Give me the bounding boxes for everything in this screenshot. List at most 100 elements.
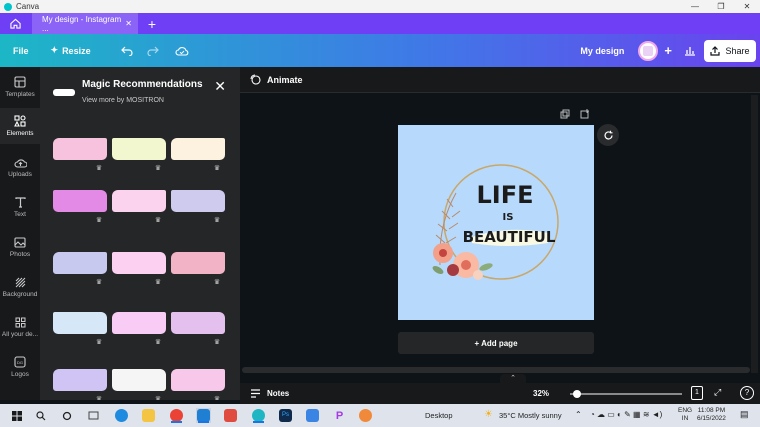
resize-button[interactable]: ✦ Resize	[51, 45, 91, 56]
design-canvas[interactable]: LIFE IS BEAUTIFUL	[398, 125, 594, 320]
rail-item-photos[interactable]: Photos	[0, 229, 40, 265]
minimize-icon[interactable]: —	[682, 0, 708, 13]
share-button[interactable]: Share	[704, 39, 756, 62]
brush-stroke-swatch[interactable]	[53, 252, 107, 274]
brush-stroke-swatch[interactable]	[112, 312, 166, 334]
vscode-icon[interactable]	[196, 408, 211, 423]
brush-stroke-swatch[interactable]	[53, 190, 107, 212]
view-more-link[interactable]: View more by MOSITRON	[82, 97, 164, 104]
add-page-button[interactable]: + Add page	[398, 332, 594, 354]
resize-label: Resize	[62, 45, 91, 56]
brush-stroke-swatch[interactable]	[112, 252, 166, 274]
zoom-slider-handle[interactable]	[572, 390, 581, 398]
brush-stroke-swatch[interactable]	[112, 369, 166, 391]
notes-button[interactable]: Notes	[250, 389, 289, 398]
clock-date: 6/15/2022	[697, 415, 726, 422]
page-count-button[interactable]: 1	[691, 386, 703, 400]
brush-stroke-swatch[interactable]	[171, 138, 225, 160]
clock[interactable]: 11:08 PM 6/15/2022	[697, 407, 726, 423]
brush-stroke-swatch[interactable]	[53, 312, 107, 334]
editor-toolbar: File ✦ Resize My design + Share	[0, 34, 760, 67]
tray-icons[interactable]: ◔ ☁ ▭ ◐ ✎ ▦ ≋ ◄)	[590, 410, 662, 419]
rail-item-text[interactable]: Text	[0, 189, 40, 225]
file-menu-button[interactable]: File	[13, 46, 29, 56]
undo-button[interactable]	[120, 46, 133, 56]
search-icon[interactable]	[33, 408, 48, 423]
weather-icon: ☀	[484, 409, 493, 420]
rail-item-background[interactable]: Background	[0, 269, 40, 305]
zoom-slider[interactable]	[570, 390, 682, 398]
uploads-icon	[13, 158, 27, 168]
save-status-button[interactable]	[175, 46, 189, 56]
brush-stroke-swatch[interactable]	[171, 190, 225, 212]
rail-item-templates[interactable]: Templates	[0, 69, 40, 105]
animate-button[interactable]: Animate	[267, 75, 303, 85]
rail-item-all-your-designs[interactable]: All your de...	[0, 309, 40, 345]
home-button[interactable]	[0, 13, 30, 34]
close-window-icon[interactable]: ✕	[734, 0, 760, 13]
brush-stroke-swatch[interactable]	[171, 252, 225, 274]
paint-icon[interactable]	[358, 408, 373, 423]
canva-logo-icon	[4, 2, 12, 11]
horizontal-scrollbar[interactable]	[242, 367, 750, 373]
brush-stroke-swatch[interactable]	[171, 369, 225, 391]
duplicate-page-icon[interactable]	[560, 109, 570, 119]
notes-label: Notes	[267, 389, 290, 398]
crown-icon: ♛	[95, 165, 103, 172]
rail-item-uploads[interactable]: Uploads	[0, 149, 40, 185]
design-name[interactable]: My design	[580, 46, 624, 56]
crown-icon: ♛	[213, 396, 221, 400]
recorder-icon[interactable]	[223, 408, 238, 423]
edge-browser-icon[interactable]	[114, 408, 129, 423]
brush-stroke-swatch[interactable]	[171, 312, 225, 334]
avatar-image	[643, 45, 654, 56]
weather-text[interactable]: 35°C Mostly sunny	[499, 411, 562, 420]
fullscreen-icon[interactable]: ⤢	[714, 387, 721, 398]
tab-my-design[interactable]: My design - Instagram ... ✕	[32, 13, 138, 34]
restore-icon[interactable]: ❐	[708, 0, 734, 13]
crown-icon: ♛	[154, 396, 162, 400]
rail-item-label: Photos	[9, 250, 31, 258]
window-title: Canva	[16, 2, 40, 11]
crown-icon: ♛	[154, 279, 162, 286]
rail-item-label: All your de...	[1, 330, 39, 338]
regenerate-button[interactable]	[597, 124, 619, 146]
rail-item-label: Templates	[5, 91, 35, 98]
svg-text:DG: DG	[17, 360, 23, 365]
desktop-label[interactable]: Desktop	[425, 411, 453, 420]
brush-stroke-swatch[interactable]	[112, 190, 166, 212]
vertical-scrollbar[interactable]	[751, 95, 758, 373]
crown-icon: ♛	[95, 339, 103, 346]
language-indicator[interactable]: ENG IN	[678, 407, 692, 423]
canvas-artwork: LIFE IS BEAUTIFUL	[432, 164, 559, 280]
file-explorer-icon[interactable]	[141, 408, 156, 423]
notifications-icon[interactable]: ▤	[740, 409, 749, 420]
tab-close-icon[interactable]: ✕	[125, 19, 132, 28]
new-tab-button[interactable]: +	[138, 13, 166, 34]
rail-item-label: Elements	[6, 130, 34, 137]
close-panel-icon[interactable]: ✕	[214, 78, 226, 95]
insights-button[interactable]	[684, 45, 696, 56]
task-view-icon[interactable]	[59, 408, 74, 423]
editor-topbar: Animate	[240, 67, 760, 93]
rail-item-elements[interactable]: Elements	[0, 108, 40, 144]
brush-stroke-swatch[interactable]	[53, 369, 107, 391]
p-app-icon[interactable]: P	[332, 408, 347, 423]
canva-app-icon[interactable]	[251, 408, 266, 423]
chevron-up-tray-icon[interactable]: ⌃	[575, 410, 582, 419]
windows-start-icon[interactable]	[9, 408, 24, 423]
crown-icon: ♛	[154, 165, 162, 172]
add-page-icon[interactable]	[580, 109, 590, 119]
zoom-percentage[interactable]: 32%	[533, 389, 549, 398]
redo-button[interactable]	[147, 46, 159, 56]
brush-stroke-swatch[interactable]	[53, 138, 107, 160]
brush-stroke-swatch[interactable]	[112, 138, 166, 160]
add-collaborator-button[interactable]: +	[664, 43, 672, 58]
rail-item-logos[interactable]: DG Logos	[0, 349, 40, 385]
store-icon[interactable]	[305, 408, 320, 423]
avatar[interactable]	[638, 40, 659, 61]
widgets-icon[interactable]	[86, 408, 101, 423]
help-icon[interactable]: ?	[740, 386, 754, 400]
chrome-icon[interactable]	[169, 408, 184, 423]
photoshop-icon[interactable]: Ps	[278, 408, 293, 423]
